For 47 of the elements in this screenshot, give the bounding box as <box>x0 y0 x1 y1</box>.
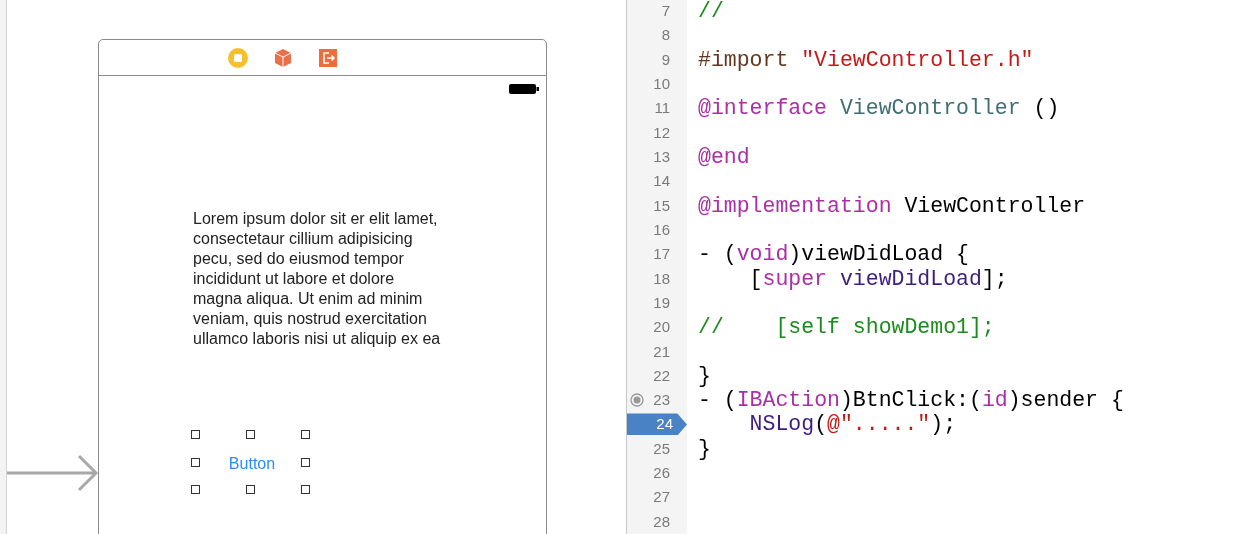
resize-handle[interactable] <box>191 485 200 494</box>
line-number: 22 <box>653 365 671 386</box>
line-number: 18 <box>653 268 671 289</box>
code-line: // <box>698 0 724 24</box>
ui-button[interactable]: Button <box>222 451 282 477</box>
line-number: 16 <box>653 219 671 240</box>
resize-handle[interactable] <box>191 430 200 439</box>
code-line: @interface ViewController () <box>698 96 1060 121</box>
line-number: 17 <box>653 244 671 265</box>
exit-icon[interactable] <box>316 46 339 69</box>
connection-icon[interactable] <box>630 393 644 407</box>
line-number: 12 <box>653 122 671 143</box>
text-label: Lorem ipsum dolor sit er elit lamet, consectetaur cillium adipisicing pecu, sed do eiusmod tempor incididunt ut labore et dolore magna aliqua. Ut enim ad minim veniam, quis nostrud exercitation ullamco laboris nisi ut aliquip ex ea <box>193 209 441 349</box>
resize-handle[interactable] <box>301 457 310 467</box>
code-line: } <box>698 363 711 388</box>
code-line: - (void)viewDidLoad { <box>698 242 969 267</box>
battery-icon <box>509 83 539 95</box>
resize-handle[interactable] <box>301 485 310 494</box>
code-line: - (IBAction)BtnClick:(id)sender { <box>698 388 1124 413</box>
line-number: 19 <box>653 292 671 313</box>
line-number: 9 <box>661 49 671 70</box>
line-number: 14 <box>653 171 671 192</box>
code-line: } <box>698 436 711 461</box>
line-number: 15 <box>653 195 671 216</box>
line-number: 13 <box>653 147 671 168</box>
line-number: 27 <box>653 487 671 508</box>
line-number: 26 <box>653 463 671 484</box>
line-number: 7 <box>661 1 671 22</box>
line-number: 8 <box>661 25 671 46</box>
resize-handle[interactable] <box>246 485 255 494</box>
code-line: @implementation ViewController <box>698 193 1086 218</box>
line-number: 23 <box>653 390 671 411</box>
code-line: [super viewDidLoad]; <box>748 266 1008 291</box>
code-line: #import "ViewController.h" <box>698 47 1034 72</box>
line-number: 20 <box>653 317 671 338</box>
code-line: @end <box>698 145 750 170</box>
resize-handle[interactable] <box>301 430 310 439</box>
resize-handle[interactable] <box>246 430 255 439</box>
line-number: 21 <box>653 341 671 362</box>
line-number: 25 <box>653 438 671 459</box>
line-number: 24 <box>627 413 687 436</box>
code-line: NSLog(@"....."); <box>748 412 957 437</box>
resize-handle[interactable] <box>191 457 200 467</box>
line-number: 10 <box>653 74 671 95</box>
code-line: // [self showDemo1]; <box>698 315 995 340</box>
line-number: 11 <box>654 98 671 119</box>
line-number: 28 <box>653 511 671 532</box>
